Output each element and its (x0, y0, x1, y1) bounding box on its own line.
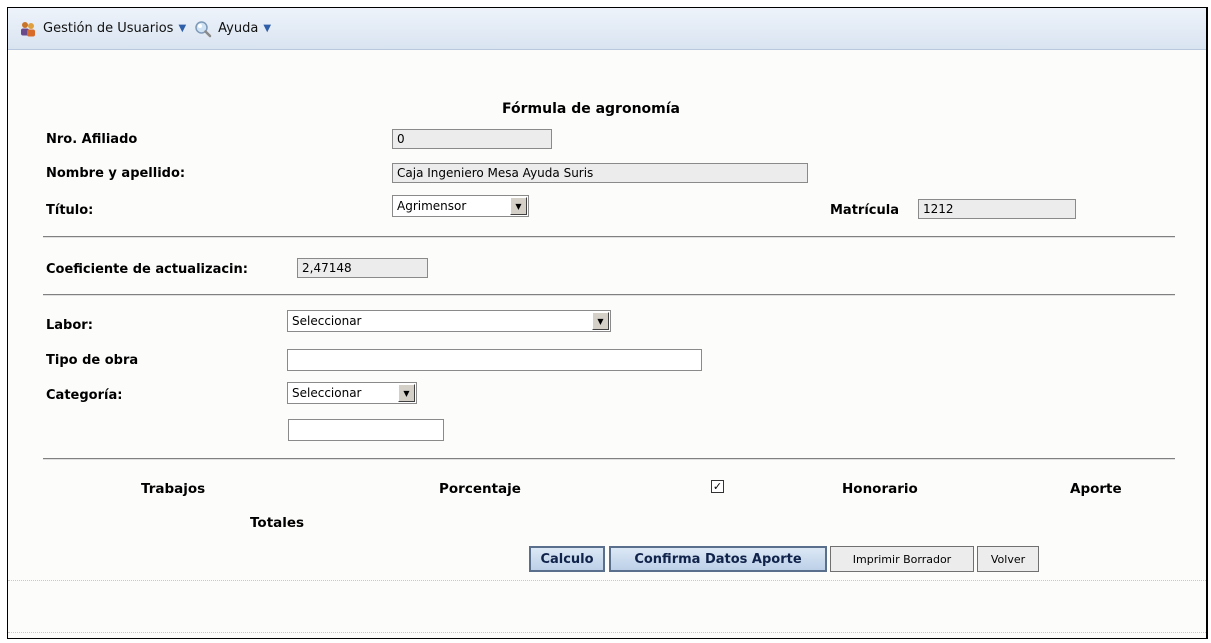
footer-divider (8, 580, 1206, 581)
calculo-button[interactable]: Calculo (529, 546, 605, 572)
column-porcentaje: Porcentaje (439, 481, 521, 497)
form-title: Fórmula de agronomía (502, 101, 680, 117)
column-trabajos: Trabajos (141, 481, 206, 497)
select-all-checkbox[interactable]: ✓ (711, 480, 724, 493)
matricula-field[interactable] (918, 199, 1076, 219)
chevron-down-icon: ▼ (263, 23, 272, 34)
confirma-datos-aporte-button[interactable]: Confirma Datos Aporte (609, 546, 827, 572)
extra-input[interactable] (288, 419, 444, 441)
chevron-down-icon: ▼ (178, 23, 187, 34)
menu-ayuda-label: Ayuda (218, 21, 259, 36)
footer-divider (8, 632, 1206, 633)
dropdown-arrow-icon: ▼ (592, 312, 609, 330)
dropdown-arrow-icon: ▼ (510, 197, 527, 215)
magnifier-icon (194, 20, 212, 38)
categoria-label: Categoría: (46, 388, 123, 403)
menu-ayuda[interactable]: Ayuda ▼ (194, 20, 271, 38)
nombre-label: Nombre y apellido: (46, 166, 186, 181)
column-aporte: Aporte (1070, 481, 1122, 497)
menu-bar: Gestión de Usuarios ▼ Ayuda ▼ (8, 8, 1206, 50)
labor-select-value: Seleccionar (292, 314, 362, 328)
categoria-select[interactable]: Seleccionar ▼ (287, 382, 417, 404)
afiliado-field[interactable] (392, 129, 552, 149)
divider (43, 294, 1175, 296)
users-icon (19, 20, 37, 38)
titulo-select-value: Agrimensor (397, 199, 467, 213)
titulo-label: Título: (46, 203, 94, 218)
divider (43, 458, 1175, 460)
imprimir-borrador-button[interactable]: Imprimir Borrador (830, 546, 974, 572)
app-window: Gestión de Usuarios ▼ Ayuda ▼ Fórmula de… (7, 7, 1208, 639)
afiliado-label: Nro. Afiliado (46, 132, 138, 147)
totales-label: Totales (250, 515, 305, 531)
tipo-obra-input[interactable] (287, 349, 702, 371)
coeficiente-label: Coeficiente de actualizacin: (46, 262, 248, 277)
coeficiente-field[interactable] (297, 258, 428, 278)
categoria-select-value: Seleccionar (292, 386, 362, 400)
labor-label: Labor: (46, 318, 93, 333)
menu-gestion-usuarios[interactable]: Gestión de Usuarios ▼ (19, 20, 186, 38)
dropdown-arrow-icon: ▼ (398, 384, 415, 402)
matricula-label: Matrícula (830, 203, 899, 218)
divider (43, 236, 1175, 238)
column-honorario: Honorario (842, 481, 918, 497)
titulo-select[interactable]: Agrimensor ▼ (392, 195, 529, 217)
volver-button[interactable]: Volver (977, 546, 1039, 572)
tipo-obra-label: Tipo de obra (46, 353, 139, 368)
labor-select[interactable]: Seleccionar ▼ (287, 310, 611, 332)
menu-gestion-usuarios-label: Gestión de Usuarios (43, 21, 174, 36)
nombre-field[interactable] (392, 163, 808, 183)
